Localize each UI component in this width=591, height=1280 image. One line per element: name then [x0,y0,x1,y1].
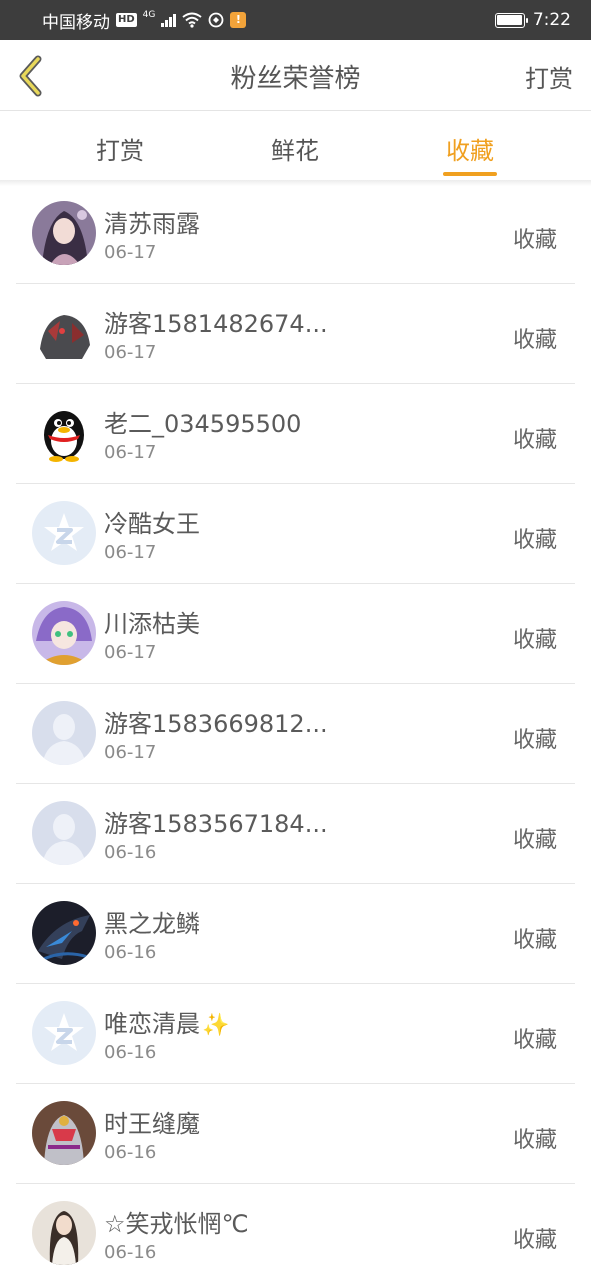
reward-button[interactable]: 打赏 [525,59,573,94]
carrier-label: 中国移动 [42,12,110,33]
user-name-text: 唯恋清晨 [104,1010,200,1038]
action-label: 收藏 [512,528,557,553]
action-label: 收藏 [512,828,557,853]
dark-dragon-avatar [32,901,96,965]
anime-girl-avatar [32,201,96,265]
date-label: 06-16 [104,1242,157,1263]
date-label: 06-16 [104,942,157,963]
clock-label: 7:22 [532,10,571,30]
date-label: 06-17 [104,442,157,463]
user-name: 游客1583669812... [104,710,328,738]
notification-icon: ! [230,12,247,28]
date-label: 06-17 [104,642,157,663]
header-bar: 粉丝荣誉榜 打赏 [0,40,591,111]
tab-favorites[interactable]: 收藏 [410,131,530,166]
list-item[interactable]: 清苏雨露 06-17 收藏 [16,184,575,284]
tab-reward[interactable]: 打赏 [60,131,180,166]
action-label: 收藏 [512,628,557,653]
list-item[interactable]: 黑之龙鳞 06-16 收藏 [16,884,575,984]
action-label: 收藏 [512,1228,557,1253]
list-item[interactable]: 老二_034595500 06-17 收藏 [16,384,575,484]
default-z-avatar [32,501,96,565]
date-label: 06-16 [104,842,157,863]
date-label: 06-17 [104,542,157,563]
hd-icon: HD [116,13,137,27]
user-name: 清苏雨露 [104,210,200,238]
user-name: 游客1581482674... [104,310,328,338]
battery-icon [494,12,528,28]
user-name: 老二_034595500 [104,410,302,438]
active-tab-indicator [443,172,497,176]
tab-flowers[interactable]: 鲜花 [235,131,355,166]
user-name: 黑之龙鳞 [104,910,200,938]
action-label: 收藏 [512,728,557,753]
monster-avatar [32,301,96,365]
list-item[interactable]: 川添枯美 06-17 收藏 [16,584,575,684]
default-person-avatar [32,701,96,765]
wifi-icon [182,12,202,28]
default-person-avatar [32,801,96,865]
action-label: 收藏 [512,428,557,453]
date-label: 06-17 [104,342,157,363]
action-label: 收藏 [512,328,557,353]
user-name: 唯恋清晨✨ [104,1004,229,1039]
action-label: 收藏 [512,928,557,953]
status-bar: 中国移动 HD 4G ! 7:22 [0,0,591,40]
fan-list: 清苏雨露 06-17 收藏 游客1581482674... 06-17 收藏 老… [16,184,575,1280]
list-item[interactable]: 冷酷女王 06-17 收藏 [16,484,575,584]
network-type-label: 4G [142,10,156,20]
action-label: 收藏 [512,1128,557,1153]
date-label: 06-16 [104,1142,157,1163]
list-item[interactable]: 游客1581482674... 06-17 收藏 [16,284,575,384]
status-right: 7:22 [494,10,571,30]
sync-icon [208,12,224,28]
list-item[interactable]: ☆笑戎怅惘℃ 06-16 收藏 [16,1184,575,1280]
default-z-avatar [32,1001,96,1065]
action-label: 收藏 [512,228,557,253]
sparkle-icon: ✨ [202,1013,230,1038]
signal-icon [161,13,177,27]
list-item[interactable]: 时王缝魔 06-16 收藏 [16,1084,575,1184]
photo-girl-avatar [32,1201,96,1265]
status-left: 中国移动 HD 4G ! [42,8,247,33]
date-label: 06-17 [104,242,157,263]
anime-character-avatar [32,601,96,665]
date-label: 06-17 [104,742,157,763]
action-label: 收藏 [512,1028,557,1053]
page-title: 粉丝荣誉榜 [230,64,361,94]
date-label: 06-16 [104,1042,157,1063]
user-name: 时王缝魔 [104,1110,200,1138]
user-name: 游客1583567184... [104,810,328,838]
list-item[interactable]: 游客1583567184... 06-16 收藏 [16,784,575,884]
tab-bar: 打赏 鲜花 收藏 [0,111,591,181]
user-name: 冷酷女王 [104,510,200,538]
rider-avatar [32,1101,96,1165]
user-name: 川添枯美 [104,610,200,638]
user-name: ☆笑戎怅惘℃ [104,1210,249,1238]
qq-penguin-avatar [32,401,96,465]
list-item[interactable]: 游客1583669812... 06-17 收藏 [16,684,575,784]
list-item[interactable]: 唯恋清晨✨ 06-16 收藏 [16,984,575,1084]
